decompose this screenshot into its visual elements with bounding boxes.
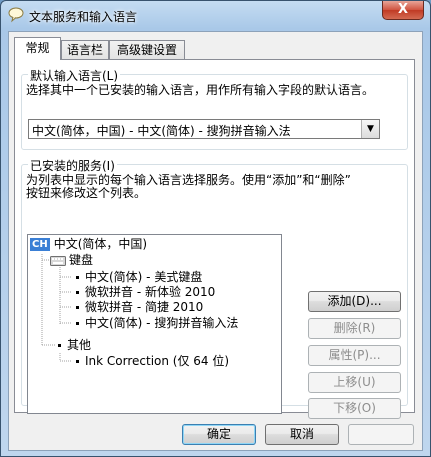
move-up-button[interactable]: 上移(U) xyxy=(308,372,401,393)
add-button[interactable]: 添加(D)... xyxy=(308,291,401,312)
default-language-description: 选择其中一个已安装的输入语言，用作所有输入字段的默认语言。 xyxy=(26,83,375,97)
close-button[interactable]: X xyxy=(382,1,424,20)
tree-keyboard-item[interactable]: 微软拼音 - 简捷 2010 xyxy=(76,300,203,314)
properties-button[interactable]: 属性(P)... xyxy=(308,345,401,366)
tree-other-item[interactable]: Ink Correction (仅 64 位) xyxy=(76,354,229,368)
keyboard-icon xyxy=(50,255,66,266)
default-language-group: 默认输入语言(L) 选择其中一个已安装的输入语言，用作所有输入字段的默认语言。 … xyxy=(21,67,408,150)
tree-keyboard-item[interactable]: 微软拼音 - 新体验 2010 xyxy=(76,285,215,299)
installed-services-label: 已安装的服务(I) xyxy=(28,157,117,174)
keyboard-item-label: 中文(简体) - 搜狗拼音输入法 xyxy=(85,316,239,330)
speech-bubble-icon xyxy=(8,7,24,23)
bullet-icon xyxy=(76,360,79,363)
dialog-window: 文本服务和输入语言 X 常规 语言栏 高级键设置 默认输入语言(L) 选择其中一… xyxy=(0,0,431,457)
move-down-button[interactable]: 下移(O) xyxy=(308,398,401,419)
tab-language-bar[interactable]: 语言栏 xyxy=(61,40,109,59)
tab-general[interactable]: 常规 xyxy=(14,37,61,60)
bullet-icon xyxy=(76,306,79,309)
apply-button[interactable] xyxy=(348,424,414,445)
tree-other-node[interactable]: 其他 xyxy=(58,338,91,352)
tree-other-label: 其他 xyxy=(67,338,92,352)
chevron-down-icon[interactable]: ▼ xyxy=(361,120,379,138)
tree-keyboard-item[interactable]: 中文(简体) - 美式键盘 xyxy=(76,270,202,284)
title-bar[interactable]: 文本服务和输入语言 X xyxy=(1,1,430,29)
tree-language-label: 中文(简体，中国) xyxy=(53,237,148,251)
window-title: 文本服务和输入语言 xyxy=(29,10,138,24)
installed-services-description-line1: 为列表中显示的每个输入语言选择服务。使用“添加”和“删除” xyxy=(26,173,351,187)
default-language-value: 中文(简体，中国) - 中文(简体) - 搜狗拼音输入法 xyxy=(32,124,291,138)
default-language-label: 默认输入语言(L) xyxy=(28,67,121,84)
tree-keyboard-item[interactable]: 中文(简体) - 搜狗拼音输入法 xyxy=(76,316,238,330)
bullet-icon xyxy=(58,344,61,347)
bullet-icon xyxy=(76,322,79,325)
language-badge: CH xyxy=(30,238,50,251)
tree-language-node[interactable]: CH 中文(简体，中国) xyxy=(30,237,147,251)
tree-keyboard-node[interactable]: 键盘 xyxy=(50,253,93,267)
ok-button[interactable]: 确定 xyxy=(182,424,256,445)
tab-advanced-key-settings[interactable]: 高级键设置 xyxy=(109,40,185,59)
keyboard-item-label: 微软拼音 - 新体验 2010 xyxy=(85,285,216,299)
keyboard-item-label: 微软拼音 - 简捷 2010 xyxy=(85,300,204,314)
tab-panel-general: 默认输入语言(L) 选择其中一个已安装的输入语言，用作所有输入字段的默认语言。 … xyxy=(14,59,415,419)
keyboard-item-label: 中文(简体) - 美式键盘 xyxy=(85,270,203,284)
bullet-icon xyxy=(76,291,79,294)
dialog-body: 常规 语言栏 高级键设置 默认输入语言(L) 选择其中一个已安装的输入语言，用作… xyxy=(8,31,423,451)
bullet-icon xyxy=(76,276,79,279)
remove-button[interactable]: 删除(R) xyxy=(308,318,401,339)
other-item-label: Ink Correction (仅 64 位) xyxy=(85,354,230,368)
cancel-button[interactable]: 取消 xyxy=(265,424,339,445)
installed-services-description-line2: 按钮来修改这个列表。 xyxy=(26,186,147,200)
tree-keyboard-label: 键盘 xyxy=(69,253,94,267)
default-language-dropdown[interactable]: 中文(简体，中国) - 中文(简体) - 搜狗拼音输入法 ▼ xyxy=(28,119,380,139)
services-tree[interactable]: CH 中文(简体，中国) 键盘 中文(简体) - 美式键盘 微软拼音 - 新体验 … xyxy=(27,234,282,414)
